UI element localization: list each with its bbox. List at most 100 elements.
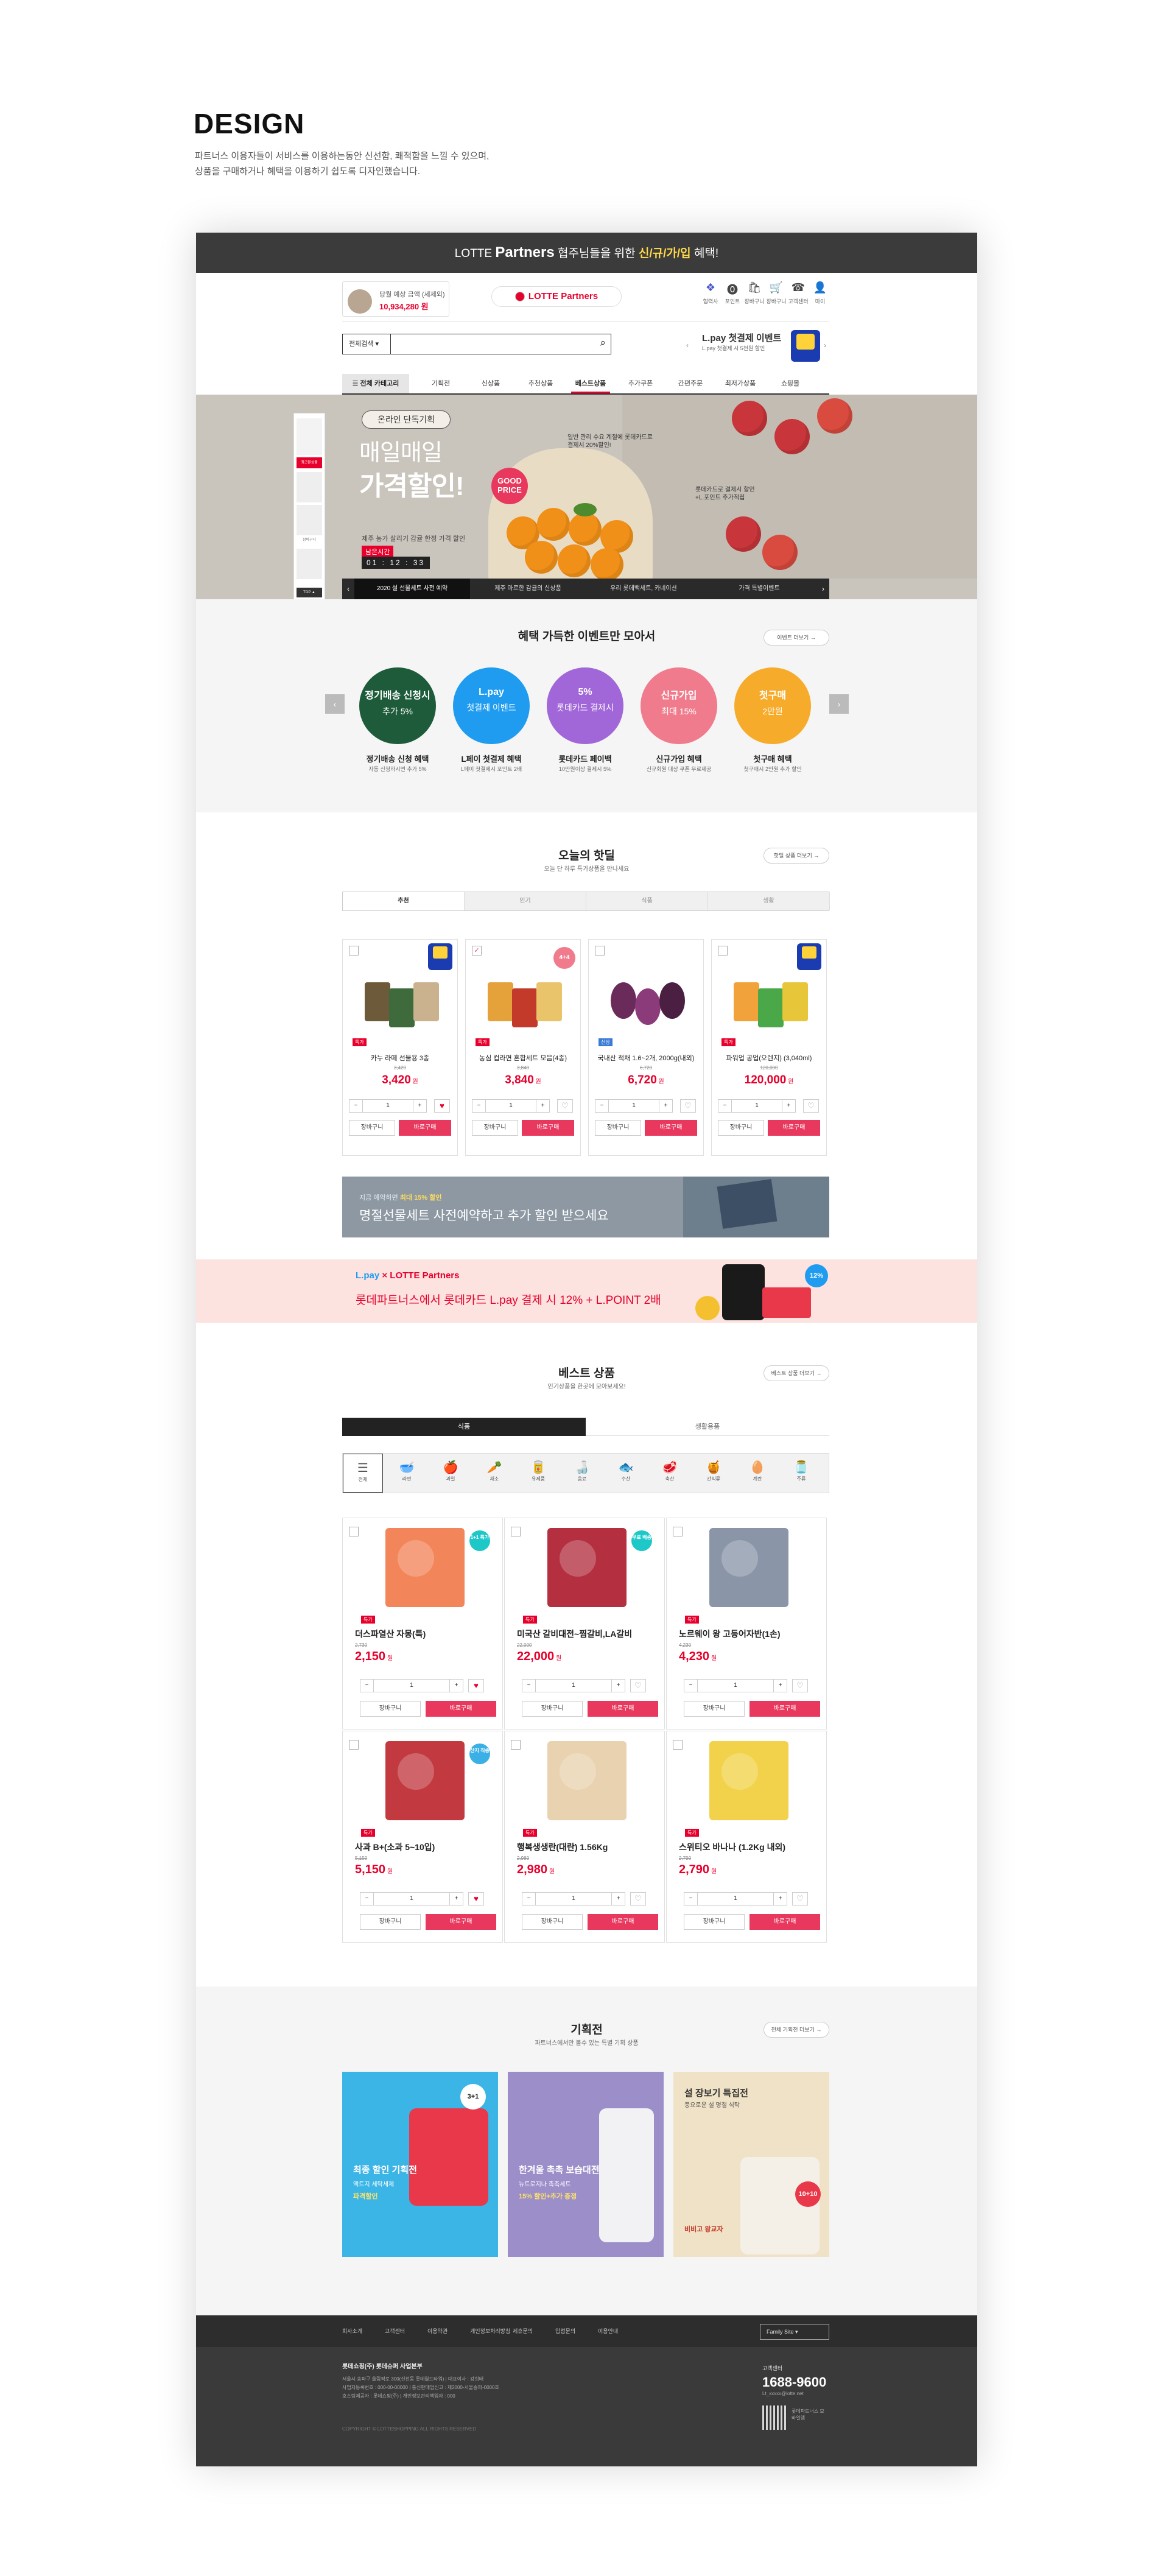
quantity-stepper[interactable]: − 1 + xyxy=(684,1892,787,1906)
buy-now-button[interactable]: 바로구매 xyxy=(399,1120,451,1136)
hotdeal-tab[interactable]: 인기 xyxy=(465,892,586,910)
site-logo[interactable]: LOTTE Partners xyxy=(491,286,622,307)
recent-product-thumb[interactable] xyxy=(297,418,322,455)
quantity-stepper[interactable]: − 1 + xyxy=(349,1099,427,1113)
minus-button[interactable]: − xyxy=(522,1893,536,1905)
select-checkbox[interactable] xyxy=(673,1740,683,1750)
product-image[interactable] xyxy=(385,1741,465,1820)
plus-button[interactable]: + xyxy=(611,1680,625,1692)
category-all[interactable]: ☰ 전체 xyxy=(343,1454,383,1493)
heart-icon[interactable]: ♡ xyxy=(792,1892,808,1906)
nav-item[interactable]: 쇼핑몰 xyxy=(771,374,810,393)
hotdeal-tab[interactable]: 식품 xyxy=(586,892,708,910)
heart-icon[interactable]: ♥ xyxy=(468,1892,484,1906)
sidebar-thumb[interactable] xyxy=(297,549,322,579)
chevron-left-icon[interactable]: ‹ xyxy=(686,341,689,350)
buy-now-button[interactable]: 바로구매 xyxy=(588,1701,658,1717)
family-site-select[interactable]: Family Site ▾ xyxy=(760,2324,829,2340)
heart-icon[interactable]: ♡ xyxy=(630,1679,646,1692)
product-card[interactable]: 특가 스위티오 바나나 (1.2Kg 내외) 2,790 2,790 원 −1 + ♡ 장바구… xyxy=(666,1731,827,1943)
chevron-right-icon[interactable]: › xyxy=(829,694,849,714)
add-to-cart-button[interactable]: 장바구니 xyxy=(522,1914,583,1930)
lpay-promo[interactable]: ‹ L.pay 첫결제 이벤트 L.pay 첫결제 시 5천원 할인 › xyxy=(686,329,829,363)
minus-button[interactable]: − xyxy=(472,1100,486,1112)
product-card[interactable]: 특가 행복생생란(대란) 1.56Kg 2,980 2,980 원 −1 + ♡ 장바구니 바로… xyxy=(504,1731,665,1943)
search-icon[interactable]: ⌕ xyxy=(600,337,606,349)
category-can[interactable]: 🥫 유제품 xyxy=(518,1454,558,1493)
sidebar-recent[interactable]: 최근본상품 xyxy=(297,457,322,468)
hotdeal-more-button[interactable]: 핫딜 상품 더보기 → xyxy=(764,848,829,864)
search-scope-select[interactable]: 전체검색 ▾ xyxy=(342,334,391,354)
heart-icon[interactable]: ♥ xyxy=(434,1099,450,1113)
add-to-cart-button[interactable]: 장바구니 xyxy=(472,1120,518,1136)
chevron-right-icon[interactable]: › xyxy=(817,579,829,599)
category-egg[interactable]: 🥚 계란 xyxy=(737,1454,778,1493)
purchase-summary[interactable]: 당월 예상 금액 (세제외) 10,934,280 원 xyxy=(342,281,449,317)
category-apple[interactable]: 🍎 과일 xyxy=(430,1454,471,1493)
nav-item[interactable]: 추가쿠폰 xyxy=(621,374,660,393)
event-circle[interactable]: 정기배송 신청시 추가 5% xyxy=(359,667,436,744)
heart-icon[interactable]: ♡ xyxy=(630,1892,646,1906)
quantity-stepper[interactable]: − 1 + xyxy=(595,1099,673,1113)
product-card[interactable]: 특가 노르웨이 왕 고등어자반(1손) 4,230 4,230 원 −1 + ♡ 장바구니 바로… xyxy=(666,1518,827,1730)
heart-icon[interactable]: ♡ xyxy=(803,1099,819,1113)
tab-food[interactable]: 식품 xyxy=(342,1418,586,1436)
chevron-left-icon[interactable]: ‹ xyxy=(342,579,354,599)
plus-button[interactable]: + xyxy=(782,1100,795,1112)
category-honey[interactable]: 🍯 간식류 xyxy=(693,1454,734,1493)
quantity-stepper[interactable]: − 1 + xyxy=(472,1099,550,1113)
buy-now-button[interactable]: 바로구매 xyxy=(426,1701,496,1717)
select-checkbox[interactable] xyxy=(511,1527,521,1536)
add-to-cart-button[interactable]: 장바구니 xyxy=(718,1120,764,1136)
footer-nav-link[interactable]: 회사소개 xyxy=(342,2315,362,2347)
buy-now-button[interactable]: 바로구매 xyxy=(522,1120,574,1136)
product-name[interactable]: 사과 B+(소과 5~10입) xyxy=(355,1841,495,1853)
category-bowl[interactable]: 🥣 라면 xyxy=(387,1454,427,1493)
minus-button[interactable]: − xyxy=(360,1893,374,1905)
plan-card[interactable]: 최종 할인 기획전 액트지 세탁세제 파격할인 3+1 xyxy=(342,2072,498,2257)
cs-phone[interactable]: 1688-9600 xyxy=(762,2374,826,2390)
product-card[interactable]: 무료 배송 특가 미국산 갈비대전~찜갈비,LA갈비 22,000 22,000 원 −1… xyxy=(504,1518,665,1730)
buy-now-button[interactable]: 바로구매 xyxy=(426,1914,496,1930)
add-to-cart-button[interactable]: 장바구니 xyxy=(360,1914,421,1930)
best-more-button[interactable]: 베스트 상품 더보기 → xyxy=(764,1365,829,1381)
product-image[interactable] xyxy=(477,952,568,1035)
nav-item[interactable]: 신상품 xyxy=(471,374,510,393)
product-card[interactable]: 특가 카누 라떼 선물용 3종 3,420 3,420 원 −1 + ♥ 장바구니 바로구매 xyxy=(342,939,458,1156)
sidebar-thumb[interactable] xyxy=(297,472,322,502)
category-bottle[interactable]: 🍶 음료 xyxy=(562,1454,602,1493)
product-image[interactable] xyxy=(547,1741,627,1820)
buy-now-button[interactable]: 바로구매 xyxy=(588,1914,658,1930)
product-name[interactable]: 카누 라떼 선물용 3종 xyxy=(346,1053,454,1063)
hero-tab[interactable]: 제주 마르한 감귤의 신상품 xyxy=(470,579,586,599)
product-card[interactable]: 신상 국내산 적채 1.6~2개, 2000g(내외) 6,720 6,720 원 −1… xyxy=(588,939,704,1156)
product-image[interactable] xyxy=(385,1528,465,1607)
quantity-stepper[interactable]: − 1 + xyxy=(718,1099,796,1113)
plus-button[interactable]: + xyxy=(611,1893,625,1905)
plan-card[interactable]: 한겨울 촉촉 보습대전 뉴트로지나 촉촉세트 15% 할인+추가 증정 xyxy=(508,2072,664,2257)
hero-tab[interactable]: 2020 설 선물세트 사전 예약 xyxy=(354,579,470,599)
plus-button[interactable]: + xyxy=(413,1100,426,1112)
promo-topbar[interactable]: LOTTE Partners 협주님들을 위한 신/규/가/입 혜택! xyxy=(196,233,977,273)
sidebar-thumb[interactable] xyxy=(297,505,322,535)
minus-button[interactable]: − xyxy=(360,1680,374,1692)
footer-nav-link[interactable]: 제휴문의 xyxy=(513,2315,533,2347)
header-icon-button[interactable]: 👤 마이 xyxy=(805,281,835,305)
add-to-cart-button[interactable]: 장바구니 xyxy=(360,1701,421,1717)
footer-nav-link[interactable]: 개인정보처리방침 xyxy=(470,2315,510,2347)
footer-nav-link[interactable]: 고객센터 xyxy=(385,2315,405,2347)
sidebar-top-button[interactable]: TOP ▲ xyxy=(297,588,322,597)
minus-button[interactable]: − xyxy=(595,1100,609,1112)
product-card[interactable]: ✓ 4+4 특가 농심 컵라면 혼합세트 모음(4종) 3,840 3,840 원 −1 + ♡… xyxy=(465,939,581,1156)
event-circle[interactable]: 5% 롯데카드 결제시 xyxy=(547,667,623,744)
category-fish[interactable]: 🐟 수산 xyxy=(606,1454,646,1493)
product-image[interactable] xyxy=(709,1741,788,1820)
minus-button[interactable]: − xyxy=(349,1100,363,1112)
product-name[interactable]: 스위티오 바나나 (1.2Kg 내외) xyxy=(679,1841,819,1853)
product-name[interactable]: 미국산 갈비대전~찜갈비,LA갈비 xyxy=(517,1628,657,1640)
product-card[interactable]: 특가 파워업 공업(오렌지) (3,040ml) 120,000 120,000 원 −… xyxy=(711,939,827,1156)
select-checkbox[interactable] xyxy=(511,1740,521,1750)
add-to-cart-button[interactable]: 장바구니 xyxy=(595,1120,641,1136)
product-name[interactable]: 농심 컵라면 혼합세트 모음(4종) xyxy=(469,1053,577,1063)
quantity-stepper[interactable]: − 1 + xyxy=(522,1892,625,1906)
